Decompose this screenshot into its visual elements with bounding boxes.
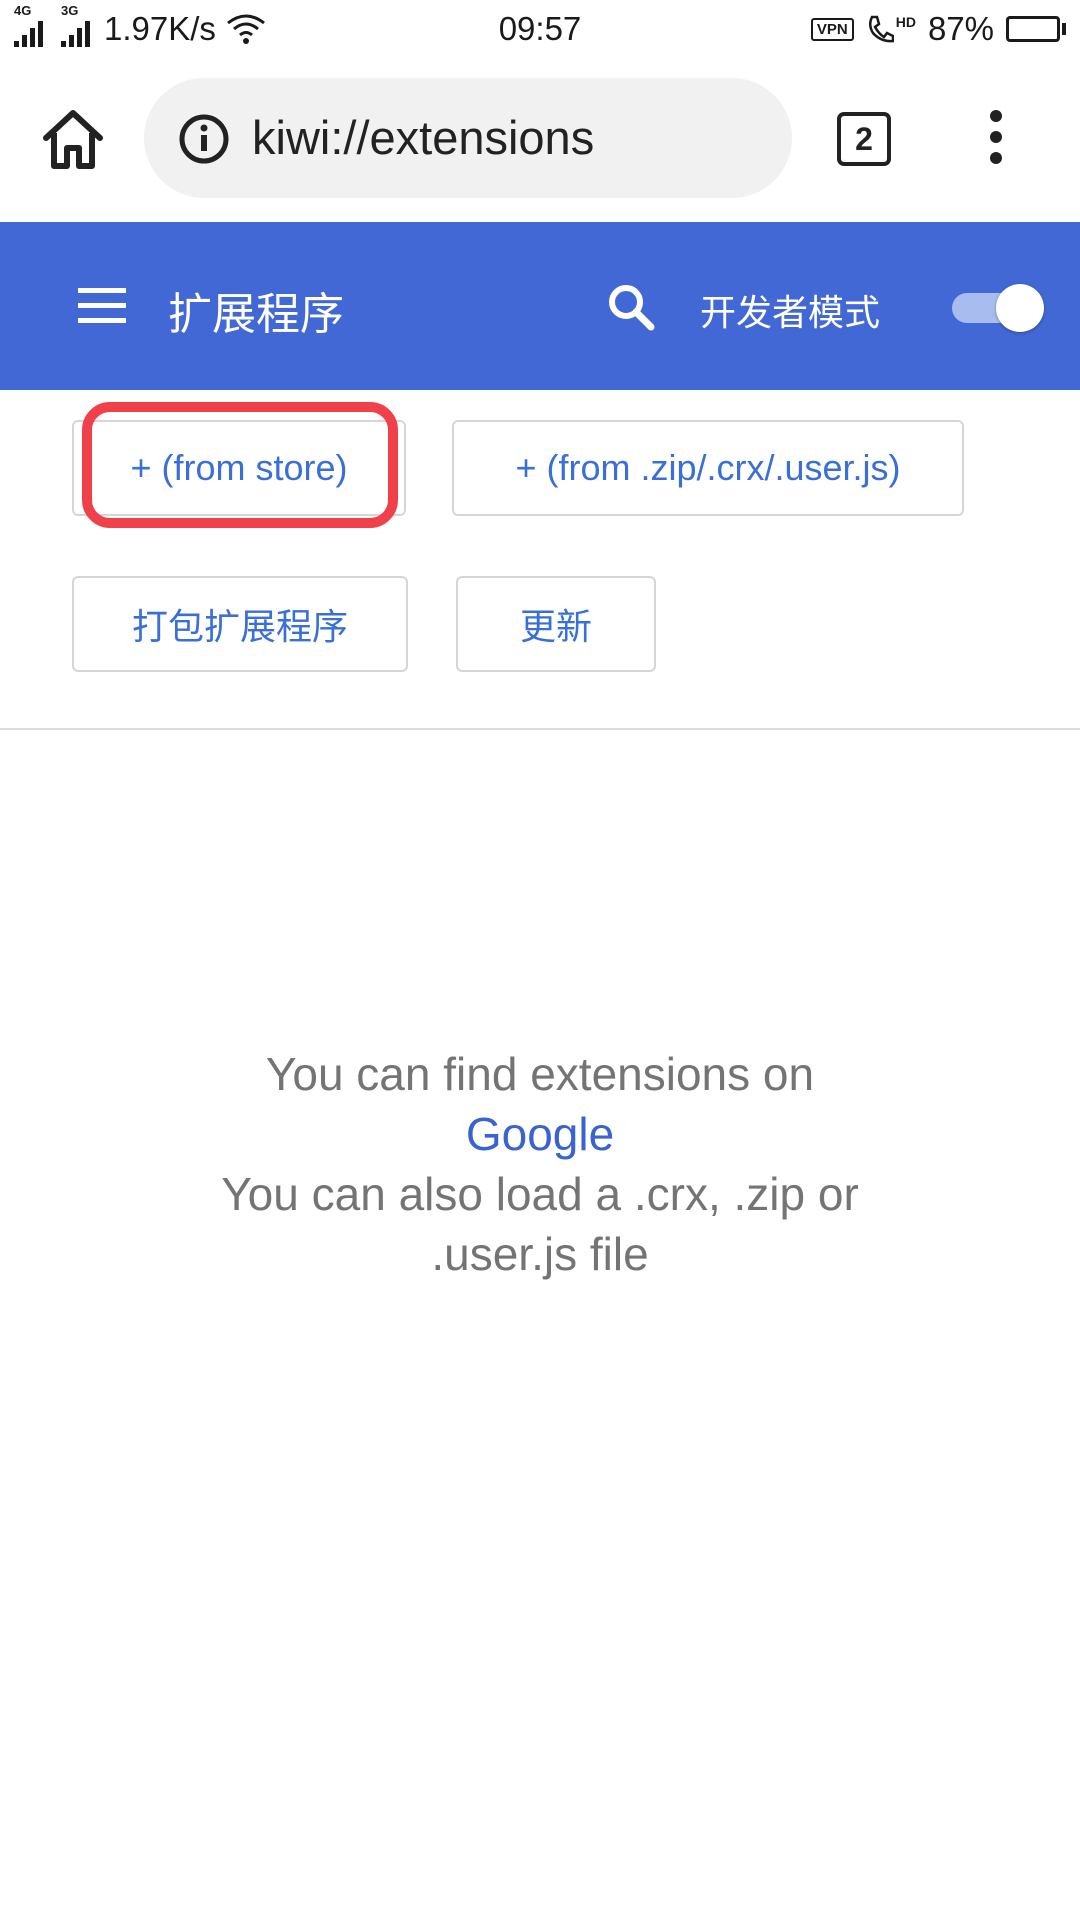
pack-extension-button[interactable]: 打包扩展程序 [72,576,408,672]
home-icon[interactable] [38,104,108,174]
load-from-file-button[interactable]: + (from .zip/.crx/.user.js) [452,420,964,516]
status-right: VPN HD 87% [810,6,1066,52]
url-text[interactable]: kiwi://extensions [252,78,594,198]
divider [0,728,1080,730]
page-title: 扩展程序 [168,290,344,339]
vpn-icon: VPN [810,17,854,41]
toggle-thumb [996,284,1044,332]
status-bar: 4G 3G 1.97K/s 09:57 VPN HD 87% [0,0,1080,58]
more-vert-icon[interactable] [978,110,1014,170]
info-icon[interactable] [178,113,230,165]
google-link[interactable]: Google [140,1104,940,1164]
hd-label: HD [895,14,916,30]
developer-mode-label: 开发者模式 [700,292,881,333]
extensions-header: 扩展程序 开发者模式 [0,222,1080,390]
hd-call-icon: HD [866,14,916,44]
battery-percent: 87% [927,10,994,47]
load-from-store-button[interactable]: + (from store) [72,420,406,516]
empty-line-3: .user.js file [431,1228,649,1280]
update-button[interactable]: 更新 [456,576,656,672]
empty-state: You can find extensions on Google You ca… [140,1044,940,1284]
developer-mode-toggle[interactable] [948,282,1044,332]
battery-icon [1006,16,1066,42]
menu-icon[interactable] [78,288,126,324]
tabs-icon[interactable]: 2 [837,112,891,166]
address-bar[interactable]: kiwi://extensions [144,78,792,198]
browser-toolbar: kiwi://extensions 2 [0,58,1080,222]
empty-line-1: You can find extensions on [265,1048,815,1100]
search-icon[interactable] [606,282,656,332]
empty-line-2: You can also load a .crx, .zip or [221,1168,859,1220]
